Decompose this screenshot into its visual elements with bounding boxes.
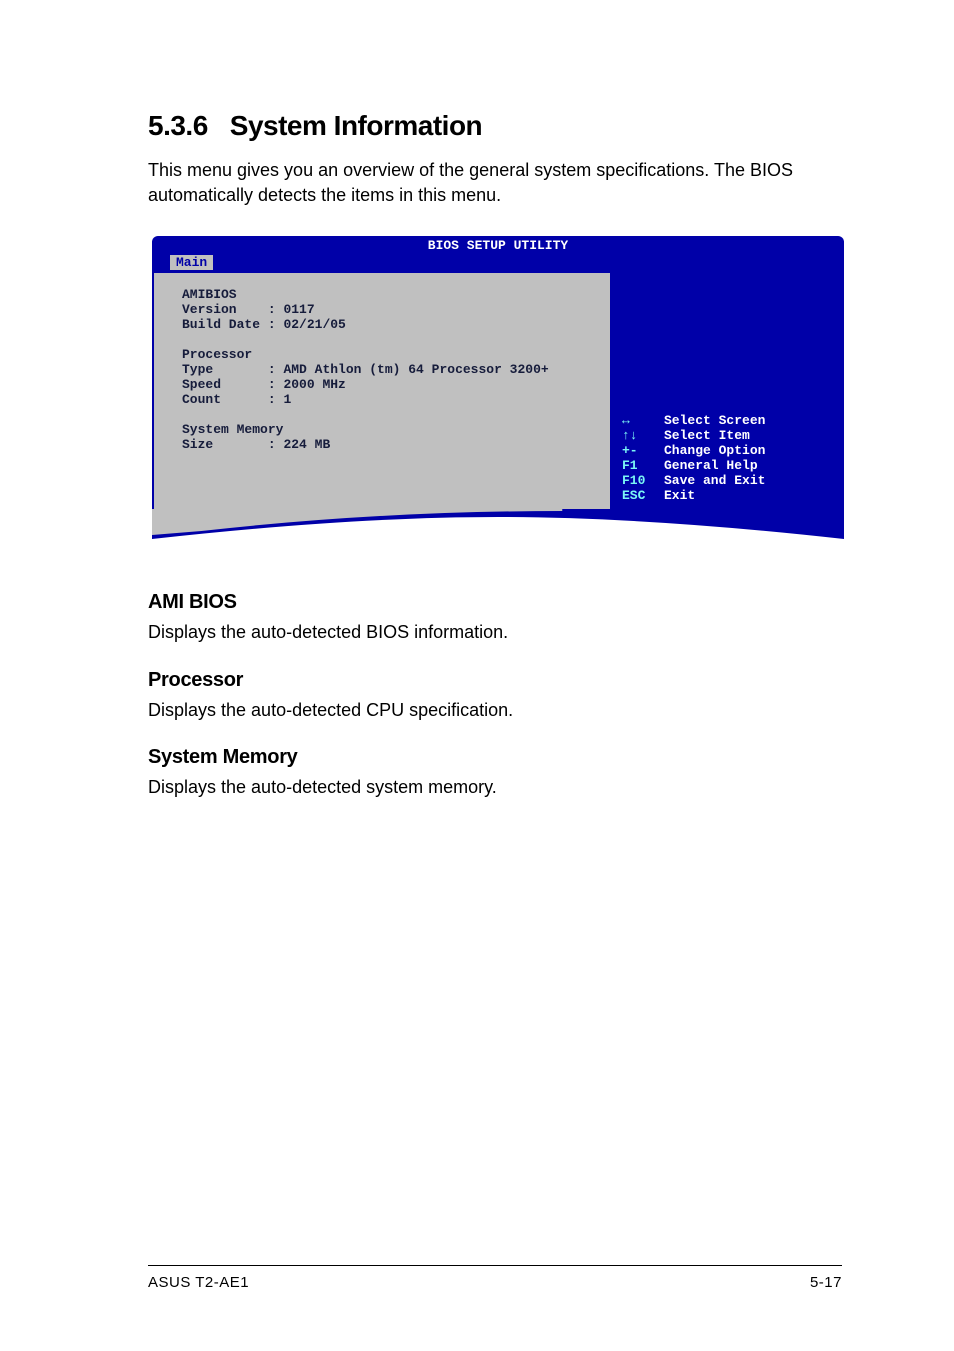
- version-label: Version :: [182, 302, 276, 317]
- count-value: 1: [283, 392, 291, 407]
- nav-key-pm: +-: [622, 443, 664, 458]
- nav-key-f10: F10: [622, 473, 664, 488]
- bios-main-panel: AMIBIOS Version : 0117 Build Date : 02/2…: [154, 273, 610, 511]
- processor-header: Processor: [182, 347, 252, 362]
- section-title-text: System Information: [230, 110, 482, 141]
- nav-label-save: Save and Exit: [664, 473, 765, 488]
- memory-heading: System Memory: [148, 746, 844, 769]
- processor-text: Displays the auto-detected CPU specifica…: [148, 698, 844, 722]
- ami-bios-heading: AMI BIOS: [148, 591, 844, 614]
- footer-page-number: 5-17: [810, 1274, 842, 1291]
- count-label: Count :: [182, 392, 276, 407]
- size-value: 224 MB: [283, 437, 330, 452]
- page-footer-wrap: ASUS T2-AE1 5-17: [148, 1265, 842, 1291]
- nav-key-f1: F1: [622, 458, 664, 473]
- nav-label-item: Select Item: [664, 428, 750, 443]
- section-number: 5.3.6: [148, 110, 208, 142]
- processor-heading: Processor: [148, 669, 844, 692]
- speed-value: 2000 MHz: [283, 377, 345, 392]
- page-content: 5.3.6 System Information This menu gives …: [0, 0, 954, 799]
- nav-label-screen: Select Screen: [664, 413, 765, 428]
- bios-screenshot: BIOS SETUP UTILITY Main AMIBIOS Version …: [152, 236, 844, 543]
- nav-label-exit: Exit: [664, 488, 695, 503]
- version-value: 0117: [283, 302, 314, 317]
- amibios-header: AMIBIOS: [182, 287, 237, 302]
- bios-body: AMIBIOS Version : 0117 Build Date : 02/2…: [152, 273, 844, 511]
- speed-label: Speed :: [182, 377, 276, 392]
- section-heading: 5.3.6 System Information: [148, 110, 844, 142]
- bios-tabs-row: Main: [152, 253, 844, 273]
- bios-title-bar: BIOS SETUP UTILITY: [152, 236, 844, 253]
- memory-text: Displays the auto-detected system memory…: [148, 775, 844, 799]
- bios-tab-main: Main: [170, 255, 213, 270]
- page-footer: ASUS T2-AE1 5-17: [148, 1266, 842, 1291]
- mem-header: System Memory: [182, 422, 283, 437]
- nav-key-esc: ESC: [622, 488, 664, 503]
- size-label: Size :: [182, 437, 276, 452]
- build-label: Build Date :: [182, 317, 276, 332]
- nav-key-lr: ↔: [622, 413, 664, 428]
- bios-bottom-curve: [152, 509, 844, 543]
- build-value: 02/21/05: [283, 317, 345, 332]
- nav-label-help: General Help: [664, 458, 758, 473]
- nav-key-ud: ↑↓: [622, 428, 664, 443]
- type-label: Type :: [182, 362, 276, 377]
- ami-bios-text: Displays the auto-detected BIOS informat…: [148, 620, 844, 644]
- bios-help-panel: ↔Select Screen ↑↓Select Item +-Change Op…: [610, 273, 842, 511]
- footer-product: ASUS T2-AE1: [148, 1274, 249, 1291]
- type-value: AMD Athlon (tm) 64 Processor 3200+: [283, 362, 548, 377]
- intro-paragraph: This menu gives you an overview of the g…: [148, 158, 844, 208]
- nav-label-change: Change Option: [664, 443, 765, 458]
